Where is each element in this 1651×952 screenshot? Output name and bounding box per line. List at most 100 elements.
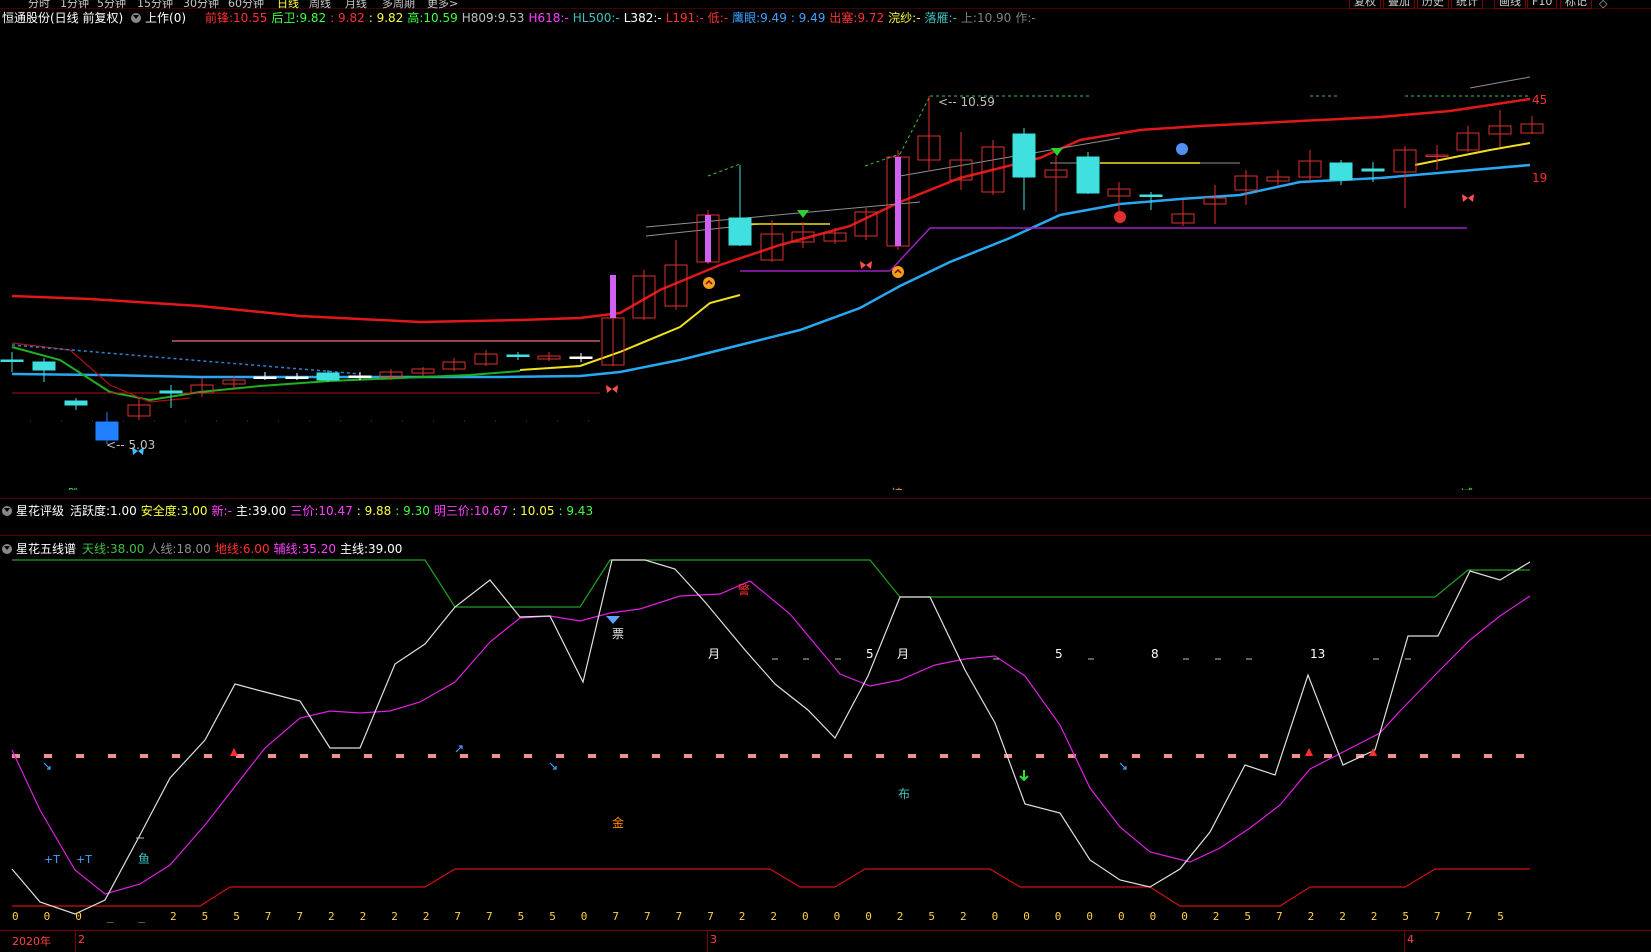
plus-t-label: +T xyxy=(76,853,92,866)
signal-digit: 0 xyxy=(1054,910,1062,923)
panel-divider xyxy=(0,535,1651,536)
flame-icon xyxy=(1305,748,1313,756)
arrow-icon xyxy=(455,745,463,753)
signal-digit: 7 xyxy=(707,910,714,923)
signal-digit: 2 xyxy=(770,910,778,923)
signal-digit: 2 xyxy=(328,910,335,923)
indicator-value: 主:39.00 xyxy=(235,504,287,518)
signal-digit: 0 xyxy=(1149,910,1157,923)
resistance-line xyxy=(889,227,1467,272)
indicator-value: 人线:18.00 xyxy=(148,542,211,556)
rating-values: 活跃度:1.00 安全度:3.00 新:- 主:39.00 三价:10.47: 9.88… xyxy=(70,503,597,519)
signal-digit: 7 xyxy=(612,910,620,923)
signal-digit: 0 xyxy=(580,910,588,923)
signal-digit: 5 xyxy=(233,910,240,923)
indicator-value: 新:- xyxy=(211,504,232,518)
candle-body xyxy=(64,400,88,406)
signal-digit: 5 xyxy=(1244,910,1252,923)
flame-icon xyxy=(230,748,238,756)
collapse-icon[interactable] xyxy=(2,506,12,516)
candle-body xyxy=(1329,162,1353,181)
month-label: 2 xyxy=(78,933,85,946)
candle-body xyxy=(253,376,277,379)
indicator-value: : 10.05 xyxy=(512,504,555,518)
target-dashed xyxy=(899,95,931,155)
month-label: 月 xyxy=(897,647,909,661)
signal-digit: 2 xyxy=(359,910,367,923)
trend-line xyxy=(1469,76,1531,89)
right-value-label: 19 xyxy=(1532,171,1547,185)
indicator-value: 辅线:35.20 xyxy=(273,542,336,556)
signal-digit: 0 xyxy=(1118,910,1125,923)
signal-digit: 7 xyxy=(675,910,683,923)
plus-t-label: +T xyxy=(44,853,60,866)
panel-divider xyxy=(0,498,1651,499)
signal-digit: 0 xyxy=(1181,910,1188,923)
arrow-icon xyxy=(549,762,557,770)
indicator-value: 明三价:10.67 xyxy=(433,504,509,518)
candle-body xyxy=(159,390,183,394)
assist-line xyxy=(11,580,1531,895)
signal-digit: 7 xyxy=(1465,910,1473,923)
candle-body xyxy=(0,359,24,362)
count-label: 5 xyxy=(1055,647,1063,661)
indicator-value: 三价:10.47 xyxy=(290,504,353,518)
candle-body xyxy=(32,361,56,371)
arrow-icon xyxy=(43,762,51,770)
signal-digit: 7 xyxy=(296,910,304,923)
signal-digit: 5 xyxy=(1402,910,1410,923)
candle-body xyxy=(1139,194,1163,197)
warn-label: 警 xyxy=(738,582,750,597)
signal-digit: 0 xyxy=(991,910,999,923)
signal-tag: 榜 xyxy=(891,486,903,490)
butterfly-wing xyxy=(606,385,618,393)
collapse-icon[interactable] xyxy=(2,544,12,554)
signal-digit: 5 xyxy=(201,910,209,923)
signal-digit: 7 xyxy=(454,910,462,923)
signal-tag: 减 xyxy=(1461,487,1473,490)
ground-line xyxy=(12,868,1530,907)
signal-digit: 2 xyxy=(422,910,430,923)
rating-title: 星花评级 xyxy=(16,504,65,518)
candlestick-chart[interactable]: <-- 10.59 <-- 5.03 45 19 跌 榜 减 xyxy=(0,0,1651,490)
signal-digit: 0 xyxy=(833,910,841,923)
ticket-label: 票 xyxy=(612,627,624,641)
signal-tag: 跌 xyxy=(68,486,80,490)
signal-digit: 7 xyxy=(264,910,272,923)
arrow-icon xyxy=(1119,762,1127,770)
signal-digit-row: 0 0 0 _ _ 2 5 5 7 7 2 2 2 2 7 7 5 5 0 7 7 7 7 2 2 0 0 0 2 5 2 0 0 0 0 0 0 0 2 5… xyxy=(0,910,1651,924)
ma-red-line xyxy=(11,97,1531,324)
signal-digit: 2 xyxy=(170,910,177,923)
signal-digit: 2 xyxy=(960,910,967,923)
month-label: 4 xyxy=(1407,933,1414,946)
butterfly-icon xyxy=(1462,194,1474,202)
indicator-value: 地线:6.00 xyxy=(214,542,270,556)
signal-digit: 2 xyxy=(738,910,746,923)
five-lines-header: 星花五线谱 xyxy=(2,541,80,557)
main-line xyxy=(11,559,1531,915)
signal-digit: 7 xyxy=(1276,910,1283,923)
target-dashed xyxy=(707,163,741,177)
blue-ball-icon xyxy=(1176,143,1188,155)
gold-label: 金 xyxy=(612,815,624,830)
signal-digit: 2 xyxy=(896,910,904,923)
count-label: 5 xyxy=(866,647,874,661)
five-lines-values: 天线:38.00 人线:18.00 地线:6.00 辅线:35.20 主线:39.00 xyxy=(82,541,406,557)
indicator-value: : 9.30 xyxy=(395,504,430,518)
signal-digit: 5 xyxy=(928,910,936,923)
candle-body xyxy=(285,376,309,379)
signal-digit: 0 xyxy=(865,910,872,923)
diamond-icon xyxy=(606,616,620,624)
five-lines-title: 星花五线谱 xyxy=(16,542,77,556)
ma-green-line xyxy=(11,346,521,402)
signal-digit: 0 xyxy=(1086,910,1094,923)
butterfly-icon xyxy=(860,261,872,269)
signal-digit: 0 xyxy=(12,910,19,923)
target-dashed xyxy=(864,153,901,167)
candle-body xyxy=(1076,156,1100,194)
indicator-value: 主线:39.00 xyxy=(339,542,403,556)
indicator-value: 天线:38.00 xyxy=(82,542,145,556)
red-ball-icon xyxy=(1114,211,1126,223)
signal-bar xyxy=(895,157,901,246)
month-label: 月 xyxy=(708,647,720,661)
